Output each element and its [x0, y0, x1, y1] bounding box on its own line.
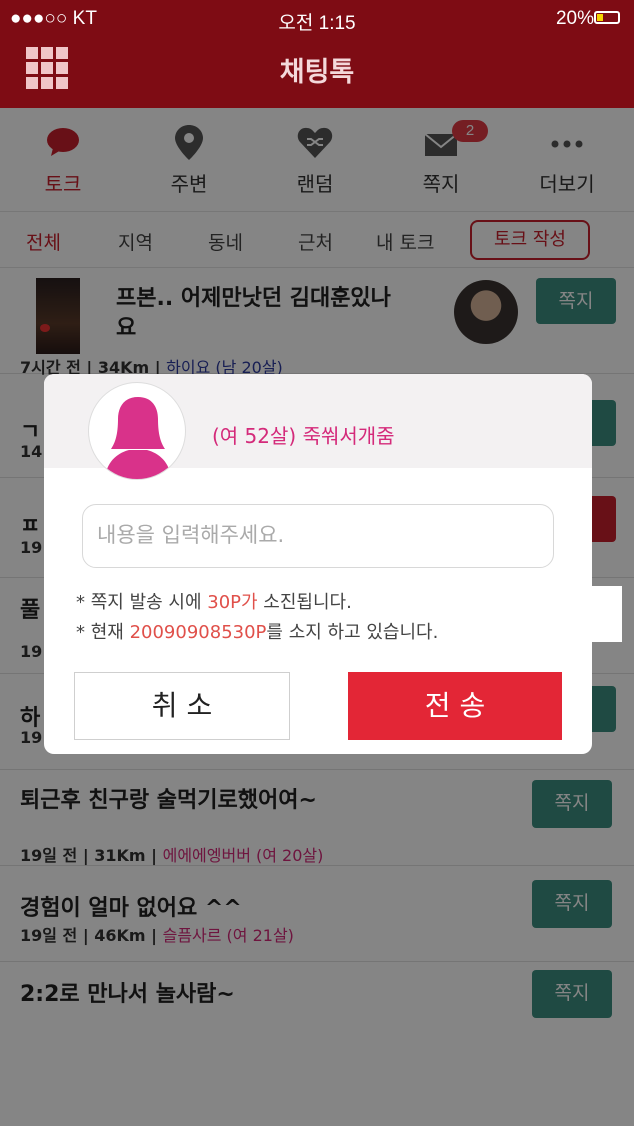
point-balance-note: * 현재 20090908530P를 소지 하고 있습니다.	[76, 622, 439, 643]
send-message-dialog: (여 52살) 죽쒀서개줌 내용을 입력해주세요. * 쪽지 발송 시에 30P…	[44, 374, 592, 754]
cancel-button[interactable]: 취 소	[74, 672, 290, 740]
battery-percent: 20%	[555, 8, 594, 29]
send-button[interactable]: 전 송	[348, 672, 562, 740]
message-input[interactable]: 내용을 입력해주세요.	[82, 504, 554, 568]
app-header: 채팅톡	[0, 36, 634, 108]
status-bar: ●●●○○ KT 오전 1:15 20%	[0, 0, 634, 36]
app-title: 채팅톡	[279, 57, 355, 88]
female-user-icon	[105, 397, 171, 479]
recipient-name: (여 52살) 죽쒀서개줌	[212, 424, 395, 448]
battery-icon	[594, 11, 620, 24]
edge-artifact	[590, 586, 622, 642]
clock: 오전 1:15	[278, 13, 356, 34]
point-cost-note: * 쪽지 발송 시에 30P가 소진됩니다.	[76, 592, 352, 613]
recipient-avatar	[88, 382, 186, 480]
